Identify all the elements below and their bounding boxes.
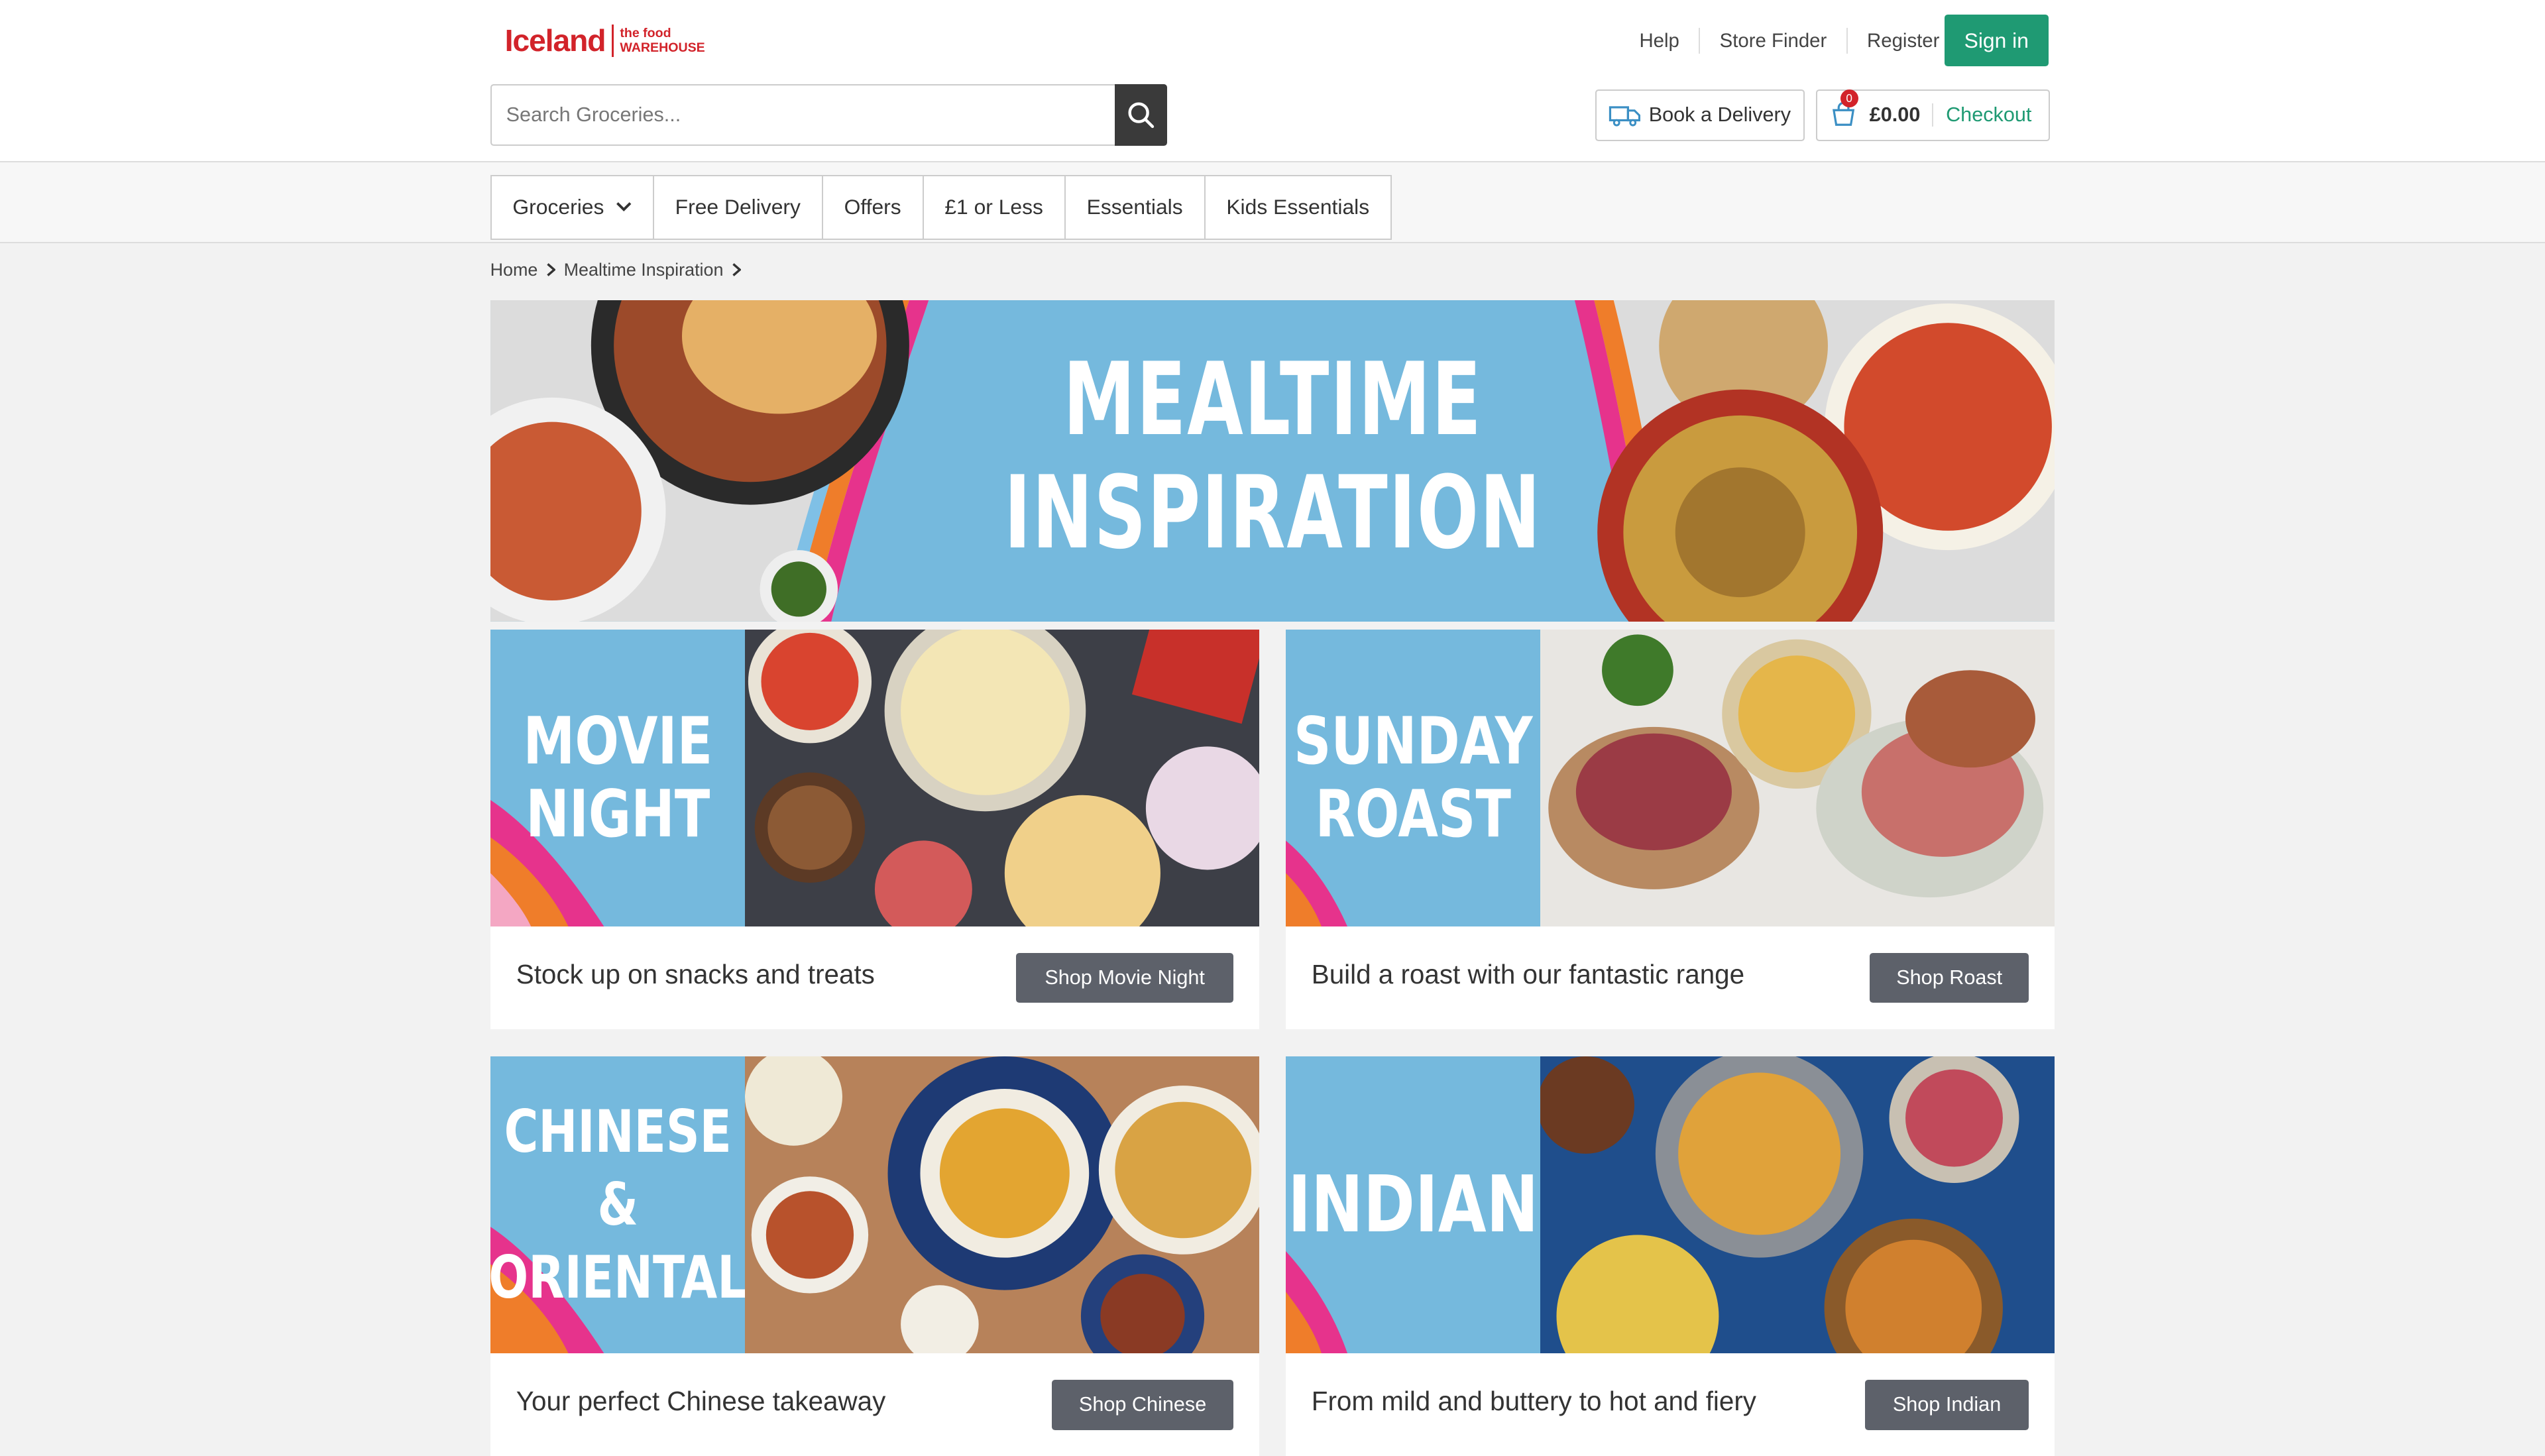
register-link[interactable]: Register <box>1848 28 1959 54</box>
main-nav: Groceries Free Delivery Offers £1 or Les… <box>0 162 2545 244</box>
chinese-oriental-card: CHINESE & ORIENTAL Your perfect Chinese t… <box>490 1056 1260 1456</box>
breadcrumb: Home Mealtime Inspiration <box>490 260 750 280</box>
sign-in-button[interactable]: Sign in <box>1944 15 2049 67</box>
basket-button[interactable]: 0 £0.00 Checkout <box>1816 89 2051 142</box>
search-bar <box>490 84 1167 146</box>
help-link[interactable]: Help <box>1620 27 1701 54</box>
movie-night-photo <box>745 630 1260 927</box>
hero-title: MEALTIME INSPIRATION <box>1003 340 1542 572</box>
book-delivery-label: Book a Delivery <box>1648 103 1791 127</box>
checkout-link[interactable]: Checkout <box>1933 103 2031 127</box>
shop-chinese-button[interactable]: Shop Chinese <box>1051 1379 1234 1430</box>
search-button[interactable] <box>1115 84 1167 146</box>
sunday-roast-label: SUNDAY ROAST <box>1293 704 1533 853</box>
indian-card: INDIAN From mild and buttery to hot and … <box>1285 1056 2055 1456</box>
chinese-oriental-footer: Your perfect Chinese takeaway Shop Chine… <box>490 1353 1260 1455</box>
sunday-roast-banner[interactable]: SUNDAY ROAST <box>1285 630 2055 927</box>
indian-description: From mild and buttery to hot and fiery <box>1311 1386 1757 1417</box>
nav-one-pound-or-less[interactable]: £1 or Less <box>924 176 1066 239</box>
book-delivery-button[interactable]: Book a Delivery <box>1595 89 1805 142</box>
chinese-oriental-photo <box>745 1056 1260 1354</box>
store-finder-link[interactable]: Store Finder <box>1700 27 1848 54</box>
basket-count-badge: 0 <box>1840 89 1858 107</box>
shop-movie-night-button[interactable]: Shop Movie Night <box>1016 952 1234 1003</box>
chinese-oriental-description: Your perfect Chinese takeaway <box>516 1386 886 1417</box>
nav-kids-essentials[interactable]: Kids Essentials <box>1206 176 1390 238</box>
logo-brand: Iceland <box>504 23 606 58</box>
chevron-right-icon <box>732 263 742 277</box>
nav-offers[interactable]: Offers <box>823 176 924 239</box>
chinese-oriental-label: CHINESE & ORIENTAL <box>490 1097 747 1312</box>
breadcrumb-mealtime-inspiration[interactable]: Mealtime Inspiration <box>564 260 724 280</box>
breadcrumb-home[interactable]: Home <box>490 260 538 280</box>
nav-groceries[interactable]: Groceries <box>492 176 654 239</box>
chinese-oriental-banner[interactable]: CHINESE & ORIENTAL <box>490 1056 1260 1354</box>
top-links: Help Store Finder Register <box>1620 0 1959 81</box>
sunday-roast-footer: Build a roast with our fantastic range S… <box>1286 926 2055 1029</box>
sunday-roast-description: Build a roast with our fantastic range <box>1311 959 1745 990</box>
hero-banner[interactable]: MEALTIME INSPIRATION <box>490 300 2055 622</box>
site-header: Iceland the food WAREHOUSE Help Store Fi… <box>0 0 2545 162</box>
chevron-down-icon <box>616 202 631 212</box>
indian-footer: From mild and buttery to hot and fiery S… <box>1286 1353 2055 1455</box>
movie-night-card: MOVIE NIGHT Stock up on snacks and treats… <box>490 630 1260 1029</box>
nav-essentials[interactable]: Essentials <box>1066 176 1206 239</box>
logo-divider <box>612 24 614 57</box>
movie-night-footer: Stock up on snacks and treats Shop Movie… <box>490 926 1260 1029</box>
search-input[interactable] <box>490 84 1115 146</box>
indian-banner[interactable]: INDIAN <box>1285 1056 2055 1354</box>
chevron-right-icon <box>546 263 556 277</box>
logo-food-warehouse: the food WAREHOUSE <box>620 26 705 56</box>
movie-night-banner[interactable]: MOVIE NIGHT <box>490 630 1260 927</box>
sunday-roast-card: SUNDAY ROAST Build a roast with our fanta… <box>1285 630 2055 1029</box>
movie-night-description: Stock up on snacks and treats <box>516 959 875 990</box>
nav-free-delivery[interactable]: Free Delivery <box>654 176 823 239</box>
nav-items: Groceries Free Delivery Offers £1 or Les… <box>490 175 1392 241</box>
search-icon <box>1128 102 1154 129</box>
iceland-logo[interactable]: Iceland the food WAREHOUSE <box>505 23 705 58</box>
sunday-roast-photo <box>1540 630 2055 927</box>
delivery-van-icon <box>1609 106 1640 127</box>
movie-night-label: MOVIE NIGHT <box>522 704 712 853</box>
shop-roast-button[interactable]: Shop Roast <box>1870 952 2029 1003</box>
shop-indian-button[interactable]: Shop Indian <box>1864 1379 2029 1430</box>
indian-photo <box>1540 1056 2055 1354</box>
basket-icon: 0 <box>1831 89 1858 128</box>
indian-label: INDIAN <box>1287 1159 1538 1251</box>
basket-total: £0.00 <box>1870 103 1933 127</box>
